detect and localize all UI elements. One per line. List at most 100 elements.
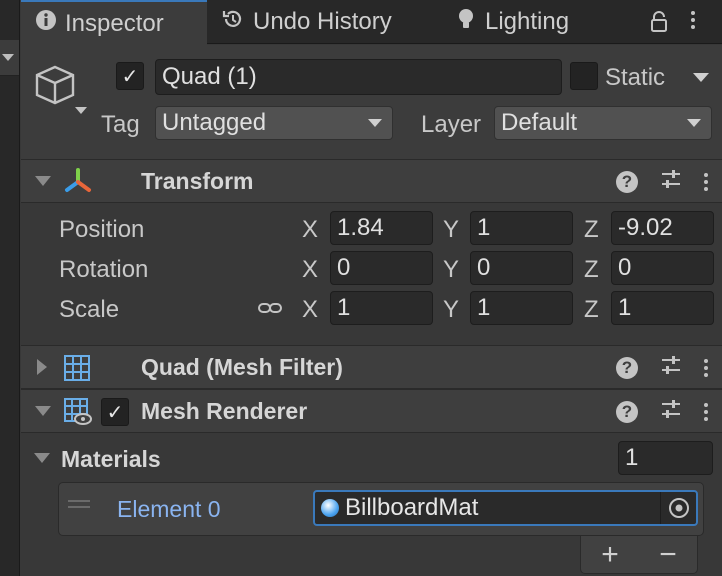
scale-y-axis: Y (443, 296, 460, 323)
rotation-y-axis: Y (443, 256, 460, 283)
material-object-field[interactable]: BillboardMat (313, 490, 698, 526)
transform-header-icons: ? (616, 168, 708, 196)
rotation-z-field[interactable]: 0 (611, 251, 714, 285)
left-panel-header (0, 40, 19, 76)
position-y-axis: Y (443, 216, 460, 243)
static-dropdown-icon[interactable] (693, 73, 709, 82)
mesh-renderer-enabled-checkbox[interactable]: ✓ (101, 398, 129, 426)
help-icon[interactable]: ? (616, 401, 638, 423)
lock-icon[interactable] (649, 10, 669, 40)
mesh-renderer-icon (63, 397, 93, 433)
position-x-field[interactable]: 1.84 (330, 211, 433, 245)
position-z-axis: Z (584, 216, 599, 243)
position-x-value: 1.84 (337, 214, 384, 241)
tag-value: Untagged (162, 109, 267, 136)
materials-list-footer: + − (580, 536, 698, 574)
foldout-expanded-icon[interactable] (35, 406, 51, 416)
position-z-field[interactable]: -9.02 (611, 211, 714, 245)
object-name-value: Quad (1) (162, 63, 257, 90)
transform-body: Position X 1.84 Y 1 Z -9.02 Rotation X 0… (21, 204, 722, 344)
component-menu-icon[interactable] (704, 403, 708, 421)
rotation-x-value: 0 (337, 254, 351, 281)
mesh-filter-title: Quad (Mesh Filter) (141, 354, 343, 380)
rotation-y-value: 0 (477, 254, 491, 281)
mesh-filter-header[interactable]: Quad (Mesh Filter) ? (21, 345, 722, 389)
link-icon[interactable] (257, 298, 283, 324)
tab-bar: Inspector Undo History Lighting (21, 0, 722, 45)
foldout-expanded-icon[interactable] (35, 176, 51, 186)
drag-handle-icon[interactable] (68, 500, 90, 508)
gameobject-cube-icon[interactable] (33, 63, 89, 125)
material-sphere-icon (321, 499, 339, 517)
static-label: Static (605, 64, 666, 91)
rotation-z-value: 0 (618, 254, 632, 281)
position-y-value: 1 (477, 214, 491, 241)
tab-inspector[interactable]: Inspector (21, 0, 207, 45)
scale-z-axis: Z (584, 296, 599, 323)
mesh-grid-icon (63, 354, 91, 388)
element-0-label: Element 0 (117, 496, 221, 522)
materials-count-value: 1 (625, 444, 639, 471)
scale-y-value: 1 (477, 294, 491, 321)
tab-undo-history[interactable]: Undo History (221, 0, 392, 44)
component-menu-icon[interactable] (704, 173, 708, 191)
materials-foldout-icon[interactable] (34, 453, 50, 463)
transform-icon (63, 168, 93, 202)
materials-label: Materials (61, 446, 161, 472)
position-x-axis: X (302, 216, 319, 243)
help-icon[interactable]: ? (616, 171, 638, 193)
history-icon (221, 7, 245, 38)
remove-element-button[interactable]: − (659, 538, 677, 572)
checkmark-icon: ✓ (106, 401, 124, 424)
bulb-icon (455, 7, 477, 38)
scale-x-axis: X (302, 296, 319, 323)
tag-label: Tag (101, 111, 140, 138)
scale-x-field[interactable]: 1 (330, 291, 433, 325)
mesh-renderer-title: Mesh Renderer (141, 398, 308, 424)
scale-x-value: 1 (337, 294, 351, 321)
tab-lighting-label: Lighting (485, 8, 570, 35)
scale-z-value: 1 (618, 294, 632, 321)
component-menu-icon[interactable] (704, 359, 708, 377)
layer-value: Default (501, 109, 578, 136)
transform-header[interactable]: Transform ? (21, 159, 722, 203)
scale-label: Scale (59, 296, 120, 323)
transform-title: Transform (141, 168, 254, 194)
static-checkbox[interactable] (570, 62, 598, 90)
mesh-renderer-header[interactable]: ✓ Mesh Renderer ? (21, 389, 722, 433)
rotation-x-axis: X (302, 256, 319, 283)
layer-label: Layer (421, 111, 482, 138)
object-picker-icon[interactable] (660, 492, 696, 524)
active-checkbox[interactable]: ✓ (116, 62, 144, 90)
position-y-field[interactable]: 1 (470, 211, 573, 245)
mesh-renderer-header-icons: ? (616, 398, 708, 426)
layer-dropdown[interactable]: Default (494, 106, 712, 140)
foldout-collapsed-icon[interactable] (37, 359, 47, 375)
chevron-down-icon (368, 119, 382, 127)
help-icon[interactable]: ? (616, 357, 638, 379)
left-panel-arrow-icon[interactable] (2, 54, 14, 61)
tab-undo-history-label: Undo History (253, 8, 392, 35)
scale-z-field[interactable]: 1 (611, 291, 714, 325)
mesh-filter-header-icons: ? (616, 354, 708, 382)
position-label: Position (59, 216, 145, 243)
info-icon (35, 9, 57, 38)
rotation-x-field[interactable]: 0 (330, 251, 433, 285)
tag-dropdown[interactable]: Untagged (155, 106, 393, 140)
material-value: BillboardMat (345, 494, 479, 521)
tab-inspector-label: Inspector (65, 9, 164, 37)
rotation-y-field[interactable]: 0 (470, 251, 573, 285)
left-panel-strip (0, 0, 20, 576)
materials-count-field[interactable]: 1 (618, 441, 713, 475)
presets-icon[interactable] (660, 168, 682, 196)
add-element-button[interactable]: + (601, 538, 619, 572)
chevron-down-icon (687, 119, 701, 127)
tab-lighting[interactable]: Lighting (455, 0, 569, 44)
object-name-field[interactable]: Quad (1) (155, 59, 562, 95)
position-z-value: -9.02 (618, 214, 673, 241)
tab-menu-icon[interactable] (691, 11, 695, 29)
rotation-label: Rotation (59, 256, 149, 283)
presets-icon[interactable] (660, 354, 682, 382)
presets-icon[interactable] (660, 398, 682, 426)
scale-y-field[interactable]: 1 (470, 291, 573, 325)
